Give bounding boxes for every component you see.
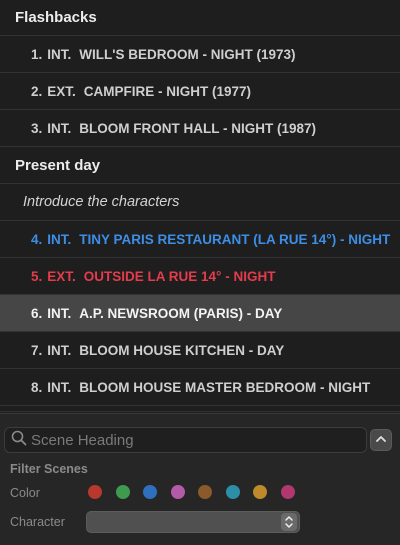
color-swatches	[88, 485, 295, 499]
color-swatch-8[interactable]	[280, 485, 295, 499]
scene-int-ext: INT.	[47, 305, 72, 321]
scene-int-ext: EXT.	[47, 268, 76, 284]
scene-row-7[interactable]: 7. INT. BLOOM HOUSE KITCHEN - DAY	[0, 332, 400, 369]
up-down-chevron-icon	[281, 513, 297, 531]
scene-int-ext: INT.	[47, 379, 72, 395]
scene-outline: Flashbacks 1. INT. WILL'S BEDROOM - NIGH…	[0, 0, 400, 413]
section-title: Present day	[15, 156, 101, 174]
scene-heading: TINY PARIS RESTAURANT (LA RUE 14°) - NIG…	[79, 231, 391, 247]
scene-heading-search[interactable]	[4, 427, 367, 453]
color-swatch-2[interactable]	[115, 485, 130, 499]
scene-row-4[interactable]: 4. INT. TINY PARIS RESTAURANT (LA RUE 14…	[0, 221, 400, 258]
collapse-filter-button[interactable]	[370, 429, 392, 451]
scene-heading: BLOOM FRONT HALL - NIGHT (1987)	[79, 120, 317, 136]
chevron-up-icon	[375, 431, 387, 449]
character-select[interactable]	[86, 511, 300, 533]
scene-number: 7.	[31, 342, 43, 358]
color-swatch-6[interactable]	[225, 485, 240, 499]
scene-heading: CAMPFIRE - NIGHT (1977)	[83, 83, 252, 99]
section-flashbacks[interactable]: Flashbacks	[0, 0, 400, 36]
section-present-day[interactable]: Present day	[0, 147, 400, 184]
scene-heading: WILL'S BEDROOM - NIGHT (1973)	[79, 46, 296, 62]
scene-number: 3.	[31, 120, 43, 136]
filter-scenes-title: Filter Scenes	[10, 462, 88, 476]
scene-number: 5.	[31, 268, 43, 284]
scene-number: 4.	[31, 231, 43, 247]
scene-row-8[interactable]: 8. INT. BLOOM HOUSE MASTER BEDROOM - NIG…	[0, 369, 400, 406]
scene-row-6-selected[interactable]: 6. INT. A.P. NEWSROOM (PARIS) - DAY	[0, 295, 400, 332]
scene-int-ext: INT.	[47, 46, 72, 62]
scene-row-1[interactable]: 1. INT. WILL'S BEDROOM - NIGHT (1973)	[0, 36, 400, 73]
scene-row-5[interactable]: 5. EXT. OUTSIDE LA RUE 14° - NIGHT	[0, 258, 400, 295]
scene-heading: BLOOM HOUSE KITCHEN - DAY	[79, 342, 285, 358]
note-text: Introduce the characters	[23, 194, 180, 210]
scene-int-ext: INT.	[47, 120, 72, 136]
scene-heading: OUTSIDE LA RUE 14° - NIGHT	[83, 268, 276, 284]
magnifier-icon	[5, 430, 31, 451]
scene-int-ext: EXT.	[47, 83, 76, 99]
scene-number: 1.	[31, 46, 43, 62]
color-swatch-3[interactable]	[143, 485, 157, 499]
scene-row-partial[interactable]	[0, 406, 400, 412]
section-title: Flashbacks	[15, 9, 97, 26]
color-label: Color	[10, 486, 40, 500]
scene-int-ext: INT.	[47, 342, 72, 358]
character-label: Character	[10, 515, 65, 529]
color-swatch-7[interactable]	[253, 485, 267, 499]
color-swatch-4[interactable]	[170, 485, 185, 499]
scene-number: 2.	[31, 83, 43, 99]
scene-row-3[interactable]: 3. INT. BLOOM FRONT HALL - NIGHT (1987)	[0, 110, 400, 147]
scene-int-ext: INT.	[47, 231, 72, 247]
scene-row-2[interactable]: 2. EXT. CAMPFIRE - NIGHT (1977)	[0, 73, 400, 110]
scene-number: 8.	[31, 379, 43, 395]
scene-number: 6.	[31, 305, 43, 321]
color-swatch-1[interactable]	[88, 485, 102, 499]
outline-note[interactable]: Introduce the characters	[0, 184, 400, 221]
search-input[interactable]	[31, 431, 351, 449]
filter-panel: Filter Scenes Color Character	[0, 413, 400, 545]
scene-heading: BLOOM HOUSE MASTER BEDROOM - NIGHT	[79, 379, 371, 395]
color-swatch-5[interactable]	[198, 485, 212, 499]
scene-heading: A.P. NEWSROOM (PARIS) - DAY	[79, 305, 283, 321]
